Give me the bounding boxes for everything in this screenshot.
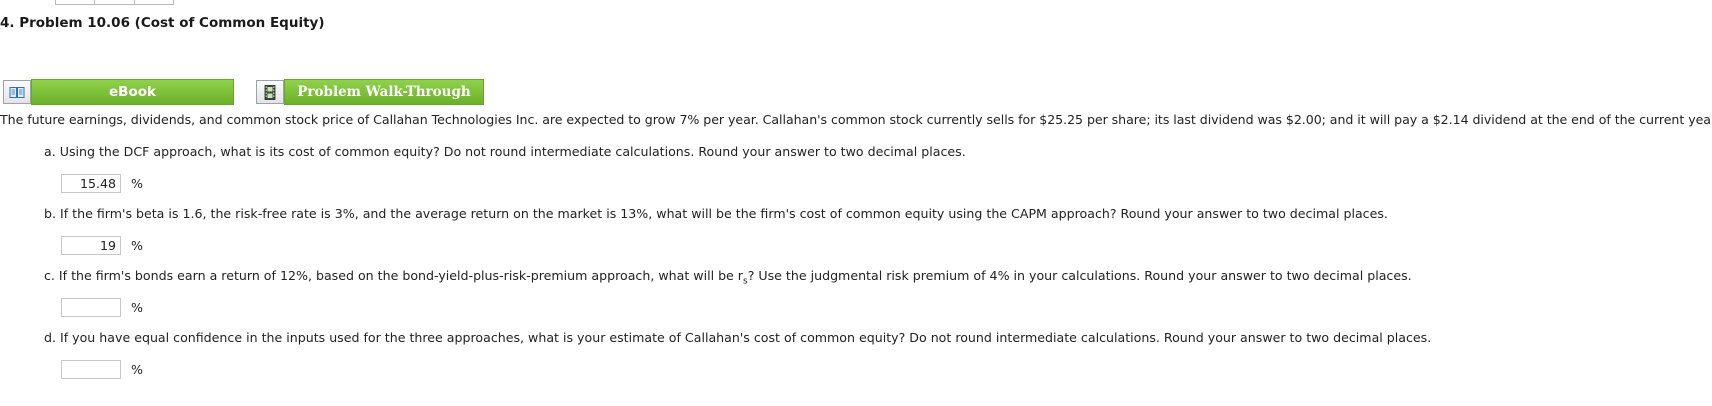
answer-row-b: %	[61, 236, 143, 255]
answer-input-b[interactable]	[61, 236, 121, 255]
previous-answer-table-stub	[55, 0, 174, 5]
percent-unit: %	[131, 176, 143, 191]
book-icon[interactable]	[3, 80, 31, 104]
question-c: c. If the firm's bonds earn a return of …	[44, 268, 1412, 287]
answer-input-a[interactable]	[61, 174, 121, 193]
problem-walkthrough-button[interactable]: Problem Walk-Through	[256, 79, 484, 105]
percent-unit: %	[131, 300, 143, 315]
answer-row-d: %	[61, 360, 143, 379]
percent-unit: %	[131, 238, 143, 253]
question-c-text-before: c. If the firm's bonds earn a return of …	[44, 268, 743, 283]
problem-statement: The future earnings, dividends, and comm…	[0, 112, 1712, 127]
table-cell	[56, 0, 96, 4]
answer-input-c[interactable]	[61, 298, 121, 317]
ebook-button[interactable]: eBook	[3, 79, 234, 105]
table-cell	[135, 0, 173, 4]
answer-row-c: %	[61, 298, 143, 317]
question-d: d. If you have equal confidence in the i…	[44, 330, 1432, 345]
film-icon[interactable]	[256, 80, 284, 104]
table-cell	[95, 0, 135, 4]
percent-unit: %	[131, 362, 143, 377]
question-b: b. If the firm's beta is 1.6, the risk-f…	[44, 206, 1388, 221]
answer-row-a: %	[61, 174, 143, 193]
question-a: a. Using the DCF approach, what is its c…	[44, 144, 966, 159]
answer-input-d[interactable]	[61, 360, 121, 379]
ebook-label[interactable]: eBook	[31, 79, 234, 105]
walkthrough-label[interactable]: Problem Walk-Through	[284, 79, 484, 105]
question-c-text-after: ? Use the judgmental risk premium of 4% …	[747, 268, 1412, 283]
problem-title: 4. Problem 10.06 (Cost of Common Equity)	[0, 15, 325, 31]
